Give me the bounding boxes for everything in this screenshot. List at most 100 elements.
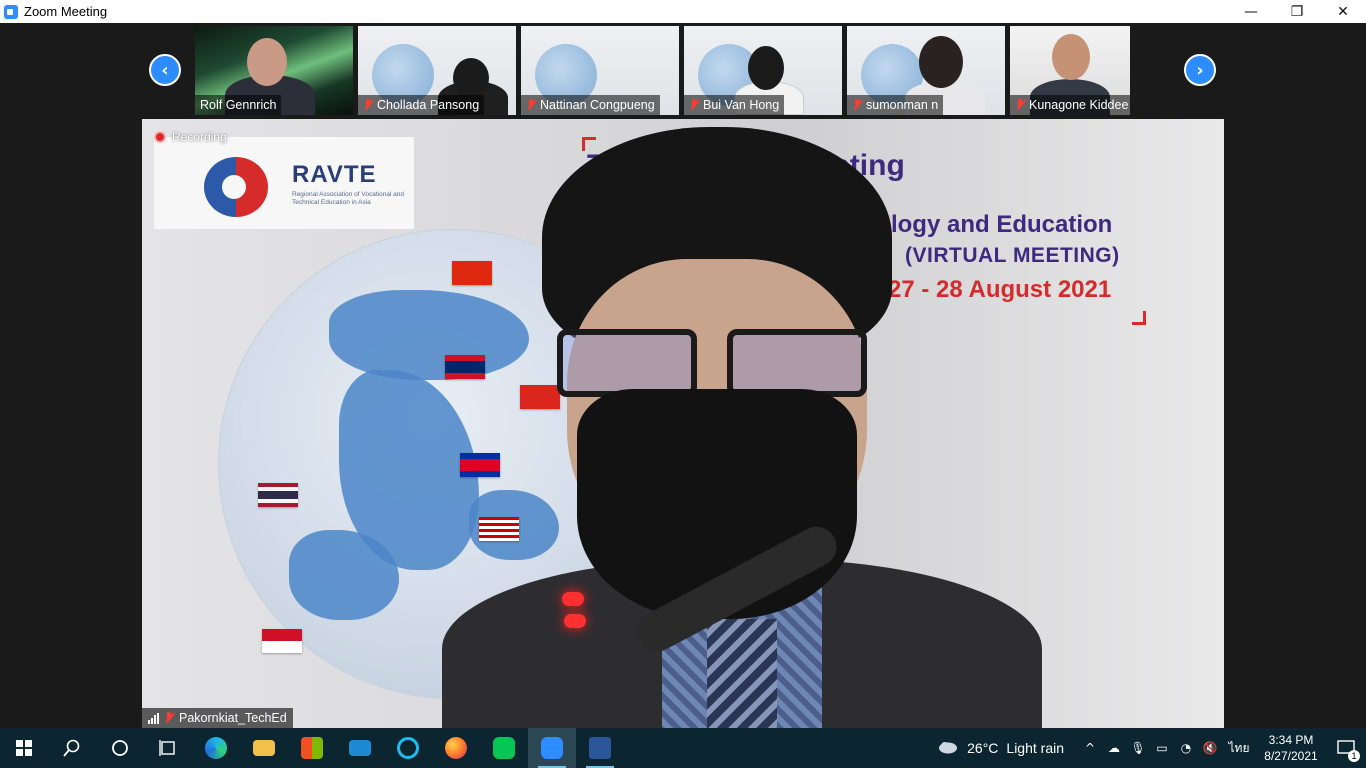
speaker-name-label: Pakornkiat_TechEd — [142, 708, 293, 728]
slide-corner-decoration — [1132, 311, 1146, 325]
person-head — [1052, 34, 1090, 80]
battery-icon[interactable]: ▭ — [1150, 728, 1174, 768]
person-head — [453, 58, 489, 98]
ravte-logo-card: RAVTE Regional Association of Vocational… — [154, 137, 414, 229]
window-controls: — ❐ ✕ — [1228, 0, 1366, 23]
input-language-indicator[interactable]: ไทย — [1222, 728, 1256, 768]
taskbar-app-line[interactable] — [480, 728, 528, 768]
taskbar-app-mail[interactable] — [336, 728, 384, 768]
folder-icon — [253, 740, 275, 756]
taskbar-app-firefox[interactable] — [432, 728, 480, 768]
weather-widget[interactable]: 26°C Light rain — [937, 740, 1064, 756]
system-tray: 26°C Light rain ^ ☁ 🎙 ▭ ◔ 🔇 ไทย 3:34 PM … — [937, 728, 1366, 768]
flag-thailand-icon — [258, 483, 298, 507]
clock-time: 3:34 PM — [1268, 733, 1314, 747]
speaker-person — [442, 119, 1042, 728]
ravte-logo-text: RAVTE — [292, 161, 377, 188]
zoom-icon — [541, 737, 563, 759]
minimize-button[interactable]: — — [1228, 0, 1274, 23]
store-icon — [301, 737, 323, 759]
close-button[interactable]: ✕ — [1320, 0, 1366, 23]
task-view-icon — [159, 740, 175, 756]
participant-name-label: Rolf Gennrich — [195, 95, 282, 115]
next-page-button[interactable]: › — [1184, 54, 1216, 86]
mic-muted-icon — [689, 99, 699, 111]
glasses-lens — [727, 329, 867, 397]
mail-icon — [349, 740, 371, 756]
recording-dot-icon — [154, 131, 166, 143]
participant-video[interactable]: sumonman n — [847, 26, 1005, 115]
restore-button[interactable]: ❐ — [1274, 0, 1320, 23]
volume-muted-icon[interactable]: 🔇 — [1198, 728, 1222, 768]
taskbar-app-internet-explorer[interactable] — [384, 728, 432, 768]
person-head — [247, 38, 287, 86]
clock-date: 8/27/2021 — [1264, 749, 1318, 763]
connection-signal-icon — [148, 712, 159, 724]
cortana-icon — [112, 740, 128, 756]
ravte-logo-subtitle: Regional Association of Vocational and T… — [292, 191, 405, 206]
mic-muted-icon — [526, 99, 536, 111]
participant-video[interactable]: Nattinan Congpueng — [521, 26, 679, 115]
person-head — [748, 46, 784, 90]
internet-explorer-icon — [397, 737, 419, 759]
participant-video[interactable]: Bui Van Hong — [684, 26, 842, 115]
participant-name-label: Bui Van Hong — [684, 95, 785, 115]
search-button[interactable] — [48, 728, 96, 768]
ravte-logo-icon — [204, 157, 268, 217]
mic-led — [562, 592, 584, 606]
flag-indonesia-icon — [262, 629, 302, 653]
prev-page-button[interactable]: ‹ — [149, 54, 181, 86]
person-head — [919, 36, 963, 88]
participant-name-label: Kunagone Kiddee — [1010, 95, 1130, 115]
recording-indicator[interactable]: Recording — [154, 130, 227, 144]
clock[interactable]: 3:34 PM 8/27/2021 — [1256, 732, 1326, 764]
windows-taskbar: 26°C Light rain ^ ☁ 🎙 ▭ ◔ 🔇 ไทย 3:34 PM … — [0, 728, 1366, 768]
action-center-button[interactable]: 1 — [1326, 728, 1366, 768]
cortana-button[interactable] — [96, 728, 144, 768]
word-icon — [589, 737, 611, 759]
line-icon — [493, 737, 515, 759]
participant-video[interactable]: Chollada Pansong — [358, 26, 516, 115]
recording-label: Recording — [172, 130, 227, 144]
mic-muted-icon — [164, 712, 174, 724]
glasses-lens — [557, 329, 697, 397]
participant-name-label: sumonman n — [847, 95, 944, 115]
cloud-rain-icon — [939, 742, 958, 754]
active-speaker-video[interactable]: RAVTE Regional Association of Vocational… — [142, 119, 1224, 728]
necktie — [707, 619, 777, 728]
participant-strip: Rolf Gennrich Chollada Pansong Nattinan … — [195, 26, 1130, 115]
participant-name: Nattinan Congpueng — [540, 98, 655, 112]
wifi-icon[interactable]: ◔ — [1174, 728, 1198, 768]
participant-video[interactable]: Rolf Gennrich — [195, 26, 353, 115]
microphone-icon[interactable]: 🎙 — [1126, 728, 1150, 768]
taskbar-app-edge[interactable] — [192, 728, 240, 768]
speaker-name: Pakornkiat_TechEd — [179, 711, 287, 725]
onedrive-icon[interactable]: ☁ — [1102, 728, 1126, 768]
mic-led — [564, 614, 586, 628]
participant-name-label: Chollada Pansong — [358, 95, 485, 115]
participant-name: Rolf Gennrich — [200, 98, 277, 112]
windows-logo-icon — [16, 740, 32, 756]
participant-name: Kunagone Kiddee — [1029, 98, 1129, 112]
taskbar-app-store[interactable] — [288, 728, 336, 768]
firefox-icon — [445, 737, 467, 759]
taskbar-app-word[interactable] — [576, 728, 624, 768]
mic-muted-icon — [852, 99, 862, 111]
participant-video[interactable]: Kunagone Kiddee — [1010, 26, 1130, 115]
show-hidden-icons-chevron-icon[interactable]: ^ — [1078, 728, 1102, 768]
weather-condition: Light rain — [1006, 740, 1064, 756]
taskbar-app-zoom[interactable] — [528, 728, 576, 768]
taskbar-app-file-explorer[interactable] — [240, 728, 288, 768]
window-title: Zoom Meeting — [24, 4, 108, 19]
participant-name-label: Nattinan Congpueng — [521, 95, 660, 115]
zoom-app-icon — [4, 4, 18, 19]
mic-muted-icon — [1015, 99, 1025, 111]
participant-name: sumonman n — [866, 98, 939, 112]
start-button[interactable] — [0, 728, 48, 768]
mic-muted-icon — [363, 99, 373, 111]
task-view-button[interactable] — [144, 728, 192, 768]
meeting-stage: ‹ › Rolf Gennrich Chollada Pansong Natti… — [0, 23, 1366, 728]
notification-count-badge: 1 — [1348, 750, 1360, 762]
edge-icon — [205, 737, 227, 759]
search-icon — [63, 739, 80, 757]
